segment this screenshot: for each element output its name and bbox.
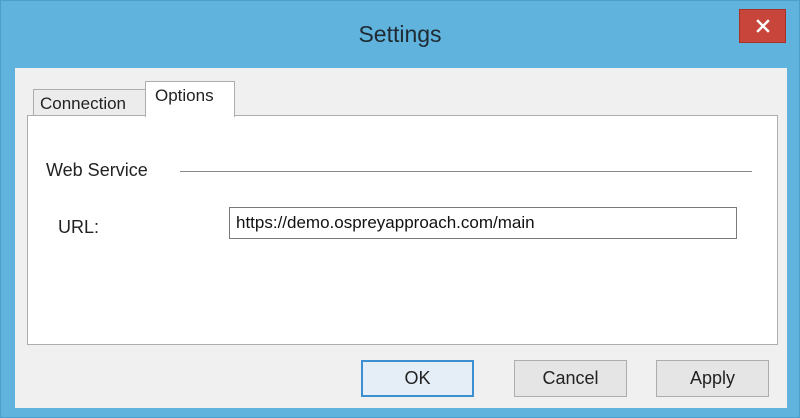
close-button[interactable] — [739, 9, 786, 43]
dialog-title: Settings — [358, 21, 442, 47]
url-label: URL: — [58, 217, 100, 237]
ok-button[interactable]: OK — [361, 360, 474, 397]
web-service-group-label: Web Service — [46, 160, 148, 180]
settings-dialog: Settings Connection Options Web Service … — [0, 0, 800, 418]
close-icon — [755, 19, 770, 33]
url-input[interactable] — [229, 207, 737, 239]
apply-button[interactable]: Apply — [656, 360, 769, 397]
cancel-button[interactable]: Cancel — [514, 360, 627, 397]
tab-connection[interactable]: Connection — [33, 89, 146, 116]
dialog-body: Connection Options Web Service URL: OK C… — [15, 68, 787, 408]
group-divider — [180, 171, 752, 172]
tab-options[interactable]: Options — [145, 81, 235, 117]
options-panel: Web Service URL: — [27, 115, 778, 345]
